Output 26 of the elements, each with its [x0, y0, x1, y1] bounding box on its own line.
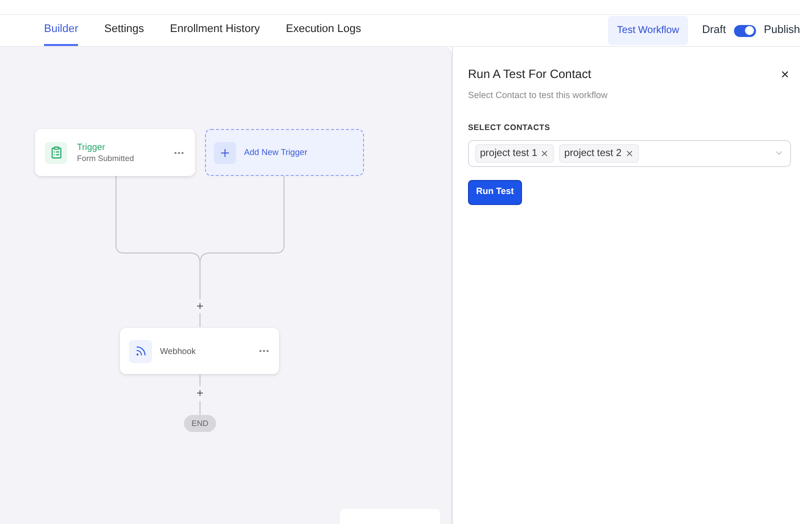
add-trigger-label: Add New Trigger — [244, 146, 308, 159]
remove-icon[interactable] — [624, 148, 634, 158]
plus-icon — [219, 146, 231, 158]
webhook-node[interactable]: Webhook — [120, 328, 279, 374]
tab[interactable]: Settings — [104, 15, 144, 46]
contacts-select[interactable]: project test 1 project test 2 — [468, 140, 791, 166]
tab[interactable]: Execution Logs — [286, 15, 362, 46]
tab[interactable]: Enrollment History — [170, 15, 260, 46]
end-marker: END — [184, 415, 216, 432]
panel-subtitle: Select Contact to test this workflow — [468, 89, 609, 102]
panel-title: Run A Test For Contact — [468, 66, 592, 83]
trigger-title: Trigger — [77, 140, 106, 152]
publish-label: Publish — [764, 23, 800, 38]
test-workflow-button[interactable]: Test Workflow — [608, 16, 688, 45]
trigger-node[interactable]: Trigger Form Submitted — [35, 129, 195, 176]
field-label: SELECT CONTACTS — [468, 122, 552, 134]
close-button[interactable]: × — [780, 67, 789, 81]
feed-icon — [134, 345, 146, 357]
webhook-title: Webhook — [160, 344, 196, 358]
run-test-button[interactable]: Run Test — [468, 180, 522, 204]
add-trigger-node[interactable]: Add New Trigger — [205, 129, 364, 176]
remove-icon[interactable] — [540, 148, 550, 158]
trigger-subtitle: Form Submitted — [77, 152, 134, 164]
draft-label: Draft — [702, 23, 726, 38]
clipboard-icon — [50, 146, 62, 159]
publish-switch[interactable] — [734, 24, 756, 36]
